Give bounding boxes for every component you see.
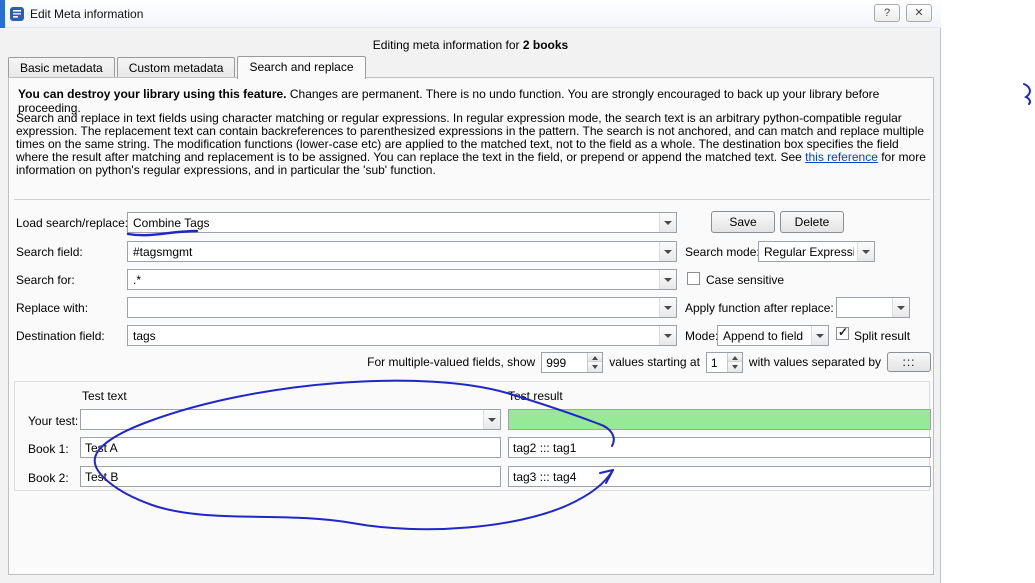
spin-up-icon[interactable] <box>727 352 742 362</box>
spin-down-icon[interactable] <box>727 362 742 372</box>
separator-button[interactable]: ::: <box>887 352 931 372</box>
chevron-down-icon[interactable] <box>659 213 676 232</box>
reference-link[interactable]: this reference <box>805 150 878 164</box>
search-replace-description: Search and replace in text fields using … <box>16 112 928 177</box>
header-book-count: 2 books <box>522 38 569 52</box>
spin-up-icon[interactable] <box>588 352 603 362</box>
book-2-label: Book 2: <box>28 471 69 485</box>
tab-basic-metadata[interactable]: Basic metadata <box>8 57 115 78</box>
chevron-down-icon[interactable] <box>892 298 909 317</box>
window-icon <box>9 6 25 22</box>
separated-by-label: with values separated by <box>748 355 881 369</box>
search-field-label: Search field: <box>16 245 83 259</box>
mode-value: Append to field <box>723 329 804 343</box>
search-mode-combobox[interactable]: Regular Expression <box>758 241 875 262</box>
book-2-result-field <box>508 466 931 487</box>
dialog-header: Editing meta information for 2 books <box>0 38 941 52</box>
test-text-header: Test text <box>82 389 127 403</box>
window-title: Edit Meta information <box>30 7 144 21</box>
search-for-combobox[interactable]: .* <box>127 269 677 290</box>
tab-bar: Basic metadata Custom metadata Search an… <box>8 56 368 79</box>
mode-combobox[interactable]: Append to field <box>717 325 829 346</box>
description-text-1: Search and replace in text fields using … <box>16 111 925 164</box>
apply-function-combobox[interactable] <box>836 297 910 318</box>
search-field-combobox[interactable]: #tagsmgmt <box>127 241 677 262</box>
search-for-value: .* <box>133 273 142 287</box>
your-test-result-field <box>508 409 931 430</box>
chevron-down-icon[interactable] <box>483 410 500 429</box>
apply-function-label: Apply function after replace: <box>685 301 834 315</box>
show-values-value: 999 <box>546 355 567 370</box>
chevron-down-icon[interactable] <box>659 242 676 261</box>
window-frame-edge <box>0 0 5 28</box>
chevron-down-icon[interactable] <box>659 270 676 289</box>
destination-field-value: tags <box>133 329 156 343</box>
edit-meta-dialog: Edit Meta information ? ✕ Editing meta i… <box>0 0 941 583</box>
multiple-values-row: For multiple-valued fields, show 999 val… <box>320 351 931 373</box>
chevron-down-icon[interactable] <box>857 242 874 261</box>
chevron-down-icon[interactable] <box>811 326 828 345</box>
book-1-label: Book 1: <box>28 442 69 456</box>
close-button[interactable]: ✕ <box>906 4 932 22</box>
replace-with-label: Replace with: <box>16 301 89 315</box>
show-values-label: For multiple-valued fields, show <box>367 355 536 369</box>
pen-mark-right-edge <box>1023 83 1031 105</box>
load-search-replace-combobox[interactable]: Combine Tags <box>127 212 677 233</box>
spinner-buttons <box>726 352 742 372</box>
starting-at-label: values starting at <box>609 355 700 369</box>
starting-at-spinner[interactable]: 1 <box>705 351 743 373</box>
chevron-down-icon[interactable] <box>659 298 676 317</box>
save-button[interactable]: Save <box>711 211 775 233</box>
check-icon: ✓ <box>838 325 849 339</box>
split-result-label: Split result <box>854 329 911 343</box>
book-1-test-input[interactable] <box>80 437 501 458</box>
spinner-buttons <box>587 352 603 372</box>
header-prefix: Editing meta information for <box>372 38 523 52</box>
tab-custom-metadata[interactable]: Custom metadata <box>116 57 236 78</box>
book-1-result-field <box>508 437 931 458</box>
spin-down-icon[interactable] <box>588 362 603 372</box>
titlebar-buttons: ? ✕ <box>874 4 932 22</box>
titlebar[interactable]: Edit Meta information ? ✕ <box>0 0 941 28</box>
split-result-checkbox[interactable]: ✓ <box>836 325 849 340</box>
case-sensitive-label: Case sensitive <box>706 273 785 287</box>
book-2-test-input[interactable] <box>80 466 501 487</box>
search-field-value: #tagsmgmt <box>133 245 193 259</box>
case-sensitive-checkbox[interactable] <box>687 272 700 285</box>
search-mode-label: Search mode: <box>685 245 760 259</box>
test-result-header: Test result <box>508 389 563 403</box>
starting-at-value: 1 <box>710 355 718 370</box>
load-search-replace-value: Combine Tags <box>133 216 210 230</box>
replace-with-combobox[interactable] <box>127 297 677 318</box>
search-mode-value: Regular Expression <box>764 245 854 259</box>
destination-field-combobox[interactable]: tags <box>127 325 677 346</box>
mode-label: Mode: <box>685 329 719 343</box>
show-values-spinner[interactable]: 999 <box>541 351 604 373</box>
help-button[interactable]: ? <box>874 4 900 22</box>
delete-button[interactable]: Delete <box>780 211 844 233</box>
search-for-label: Search for: <box>16 273 75 287</box>
load-search-replace-label: Load search/replace: <box>16 216 129 230</box>
your-test-label: Your test: <box>28 414 79 428</box>
your-test-combobox[interactable] <box>80 409 501 430</box>
section-divider <box>14 199 930 200</box>
destination-field-label: Destination field: <box>16 329 105 343</box>
chevron-down-icon[interactable] <box>659 326 676 345</box>
tab-search-and-replace[interactable]: Search and replace <box>237 56 366 79</box>
desktop: Edit Meta information ? ✕ Editing meta i… <box>0 0 1035 583</box>
warning-bold: You can destroy your library using this … <box>18 87 287 101</box>
